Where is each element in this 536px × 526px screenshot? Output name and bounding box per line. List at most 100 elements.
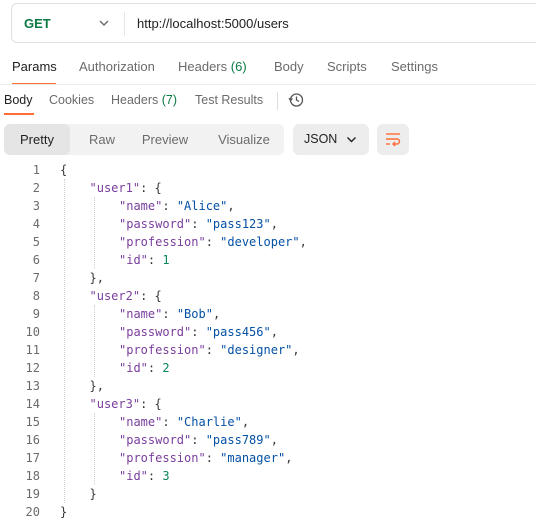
json-key: "password" [119, 217, 192, 231]
view-visualize-button[interactable]: Visualize [208, 124, 280, 155]
json-string: "developer" [220, 235, 300, 249]
json-string: "pass123" [205, 217, 271, 231]
line-number: 16 [25, 433, 40, 447]
url-bar: GET http://localhost:5000/users [11, 3, 536, 43]
line-number: 6 [32, 253, 40, 267]
json-punctuation: , [212, 307, 221, 321]
code-text: } [90, 485, 97, 503]
json-punctuation: , [270, 217, 278, 231]
format-select[interactable]: JSON [293, 124, 369, 155]
code-text: "user1": { [90, 179, 162, 197]
line-number: 14 [25, 397, 40, 411]
url-input[interactable]: http://localhost:5000/users [137, 16, 289, 31]
json-punctuation: }, [89, 271, 104, 285]
line-number: 15 [25, 415, 40, 429]
json-string: "designer" [220, 343, 293, 357]
code-text: "id": 2 [119, 359, 170, 377]
response-tab-body[interactable]: Body [4, 93, 33, 107]
view-mode-toggle: Pretty Raw Preview Visualize [4, 124, 284, 155]
json-punctuation: : { [140, 397, 162, 411]
tab-params[interactable]: Params [12, 59, 57, 74]
line-number: 2 [32, 181, 40, 195]
history-icon[interactable] [288, 92, 304, 108]
code-text: }, [90, 269, 104, 287]
tab-headers[interactable]: Headers (6) [178, 59, 247, 74]
code-line: 12 "id": 2 [0, 359, 536, 377]
line-number: 7 [32, 271, 40, 285]
code-line: 1{ [0, 161, 536, 179]
code-line: 4 "password": "pass123", [0, 215, 536, 233]
json-key: "password" [119, 433, 192, 447]
json-punctuation: : [205, 235, 221, 249]
tab-scripts[interactable]: Scripts [327, 59, 367, 74]
tab-label: Params [12, 59, 57, 74]
code-line: 16 "password": "pass789", [0, 431, 536, 449]
code-text: { [60, 161, 67, 179]
json-punctuation: , [227, 199, 235, 213]
wrap-lines-button[interactable] [377, 124, 409, 155]
json-punctuation: : [162, 199, 177, 213]
wrap-lines-icon [386, 133, 401, 147]
line-number: 1 [32, 163, 40, 177]
tab-label: Test Results [195, 93, 264, 107]
view-preview-button[interactable]: Preview [132, 124, 198, 155]
json-key: "name" [119, 307, 163, 321]
code-text: "profession": "developer", [119, 233, 307, 251]
json-punctuation: { [60, 163, 68, 177]
code-line: 20} [0, 503, 536, 521]
code-line: 9 "name": "Bob", [0, 305, 536, 323]
code-line: 14 "user3": { [0, 395, 536, 413]
json-punctuation: , [292, 343, 300, 357]
code-text: "password": "pass789", [119, 431, 278, 449]
json-number: 1 [162, 253, 170, 267]
line-number: 3 [32, 199, 40, 213]
response-tabs: Body Cookies Headers (7) Test Results [0, 88, 536, 115]
tab-authorization[interactable]: Authorization [79, 59, 155, 74]
response-tab-cookies[interactable]: Cookies [49, 93, 94, 107]
json-punctuation: : [162, 415, 177, 429]
json-punctuation: : [147, 361, 163, 375]
response-tab-headers[interactable]: Headers (7) [111, 93, 177, 107]
method-selector[interactable]: GET [24, 16, 51, 31]
tab-label: Scripts [327, 59, 367, 74]
json-string: "Alice" [176, 199, 228, 213]
json-key: "profession" [119, 235, 206, 249]
chevron-down-icon[interactable] [98, 18, 110, 28]
code-line: 15 "name": "Charlie", [0, 413, 536, 431]
view-pretty-button[interactable]: Pretty [4, 124, 70, 155]
json-string: "Charlie" [176, 415, 242, 429]
json-punctuation: , [285, 451, 293, 465]
json-punctuation: : [191, 433, 206, 447]
json-string: "Bob" [176, 307, 213, 321]
code-line: 13}, [0, 377, 536, 395]
tab-label: Settings [391, 59, 438, 74]
code-text: "password": "pass456", [119, 323, 278, 341]
json-key: "profession" [119, 451, 206, 465]
view-raw-button[interactable]: Raw [74, 124, 130, 155]
json-key: "user1" [89, 181, 141, 195]
code-line: 8 "user2": { [0, 287, 536, 305]
code-line: 19} [0, 485, 536, 503]
tab-count: (7) [161, 93, 178, 107]
json-punctuation: , [241, 415, 250, 429]
tab-label: Headers [178, 59, 228, 74]
json-key: "user3" [89, 397, 141, 411]
response-tab-test-results[interactable]: Test Results [195, 93, 263, 107]
json-key: "password" [119, 325, 192, 339]
json-number: 3 [162, 469, 170, 483]
line-number: 12 [25, 361, 40, 375]
code-line: 7}, [0, 269, 536, 287]
divider [277, 92, 278, 110]
code-text: "password": "pass123", [119, 215, 278, 233]
code-line: 5 "profession": "developer", [0, 233, 536, 251]
code-line: 3 "name": "Alice", [0, 197, 536, 215]
line-number: 10 [25, 325, 40, 339]
line-number: 13 [25, 379, 40, 393]
tab-settings[interactable]: Settings [391, 59, 438, 74]
tab-body[interactable]: Body [274, 59, 304, 74]
code-line: 17 "profession": "manager", [0, 449, 536, 467]
json-string: "manager" [220, 451, 286, 465]
json-key: "name" [119, 199, 163, 213]
json-punctuation: }, [89, 379, 104, 393]
json-string: "pass789" [205, 433, 271, 447]
